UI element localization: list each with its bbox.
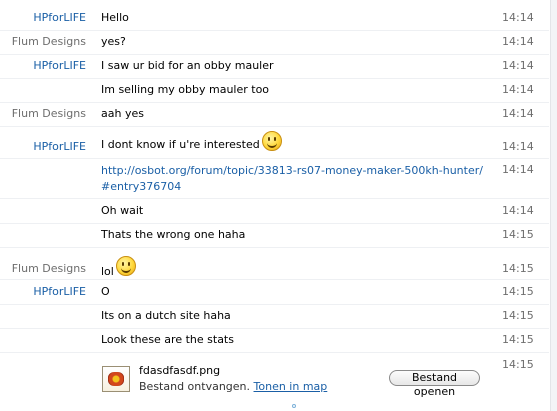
smile-emoticon-icon — [115, 256, 136, 276]
message-text: Thats the wrong one haha — [101, 228, 246, 241]
image-file-icon[interactable] — [102, 366, 130, 392]
message-time: 14:14 — [502, 59, 534, 72]
open-file-button[interactable]: Bestand openen — [389, 370, 480, 398]
message-link-wrapper: http://osbot.org/forum/topic/33813-rs07-… — [101, 163, 483, 195]
message-row: HPforLIFE I saw ur bid for an obby maule… — [0, 54, 549, 79]
message-text: O — [101, 285, 110, 298]
message-row: Its on a dutch site haha 14:15 — [0, 304, 549, 329]
message-time: 14:14 — [502, 83, 534, 96]
message-time: 14:15 — [502, 228, 534, 241]
sender-name[interactable]: HPforLIFE — [33, 59, 86, 72]
message-time: 14:14 — [502, 11, 534, 24]
message-text: I dont know if u're interested — [101, 131, 282, 155]
message-text: yes? — [101, 35, 126, 48]
chat-scrollbar[interactable] — [550, 0, 557, 411]
message-row: http://osbot.org/forum/topic/33813-rs07-… — [0, 158, 549, 199]
sender-name[interactable]: Flum Designs — [12, 262, 86, 275]
message-time: 14:14 — [502, 107, 534, 120]
message-text: Its on a dutch site haha — [101, 309, 231, 322]
message-text: lol — [101, 256, 136, 278]
message-time: 14:15 — [502, 262, 534, 275]
message-text: Hello — [101, 11, 129, 24]
message-time: 14:14 — [502, 204, 534, 217]
show-in-folder-link[interactable]: Tonen in map — [254, 380, 328, 393]
message-time: 14:14 — [502, 163, 534, 176]
sender-name[interactable]: Flum Designs — [12, 107, 86, 120]
chat-history: HPforLIFE Hello 14:14 Flum Designs yes? … — [0, 0, 549, 411]
message-row: Flum Designs lol 14:15 — [0, 248, 549, 280]
message-time: 14:15 — [502, 333, 534, 346]
sender-name[interactable]: Flum Designs — [12, 35, 86, 48]
file-transfer-time: 14:15 — [502, 358, 534, 371]
sender-name[interactable]: HPforLIFE — [33, 140, 86, 153]
message-row: HPforLIFE O 14:15 — [0, 280, 549, 305]
message-row: Look these are the stats 14:15 — [0, 328, 549, 353]
message-row: Oh wait 14:14 — [0, 199, 549, 224]
file-name[interactable]: fdasdfasdf.png — [139, 364, 220, 377]
message-time: 14:15 — [502, 285, 534, 298]
file-status-line: Bestand ontvangen. Tonen in map — [139, 380, 327, 393]
message-row: Flum Designs yes? 14:14 — [0, 30, 549, 55]
message-text: I saw ur bid for an obby mauler — [101, 59, 274, 72]
message-body: lol — [101, 265, 114, 278]
link-line-2[interactable]: #entry376704 — [101, 180, 181, 193]
smile-emoticon-icon — [261, 131, 282, 151]
message-text: Oh wait — [101, 204, 144, 217]
sender-name[interactable]: HPforLIFE — [33, 285, 86, 298]
sender-name[interactable]: HPforLIFE — [33, 11, 86, 24]
file-status: Bestand ontvangen. — [139, 380, 251, 393]
message-time: 14:14 — [502, 140, 534, 153]
message-time: 14:15 — [502, 309, 534, 322]
message-row: HPforLIFE Hello 14:14 — [0, 6, 549, 31]
message-time: 14:14 — [502, 35, 534, 48]
message-text: Look these are the stats — [101, 333, 234, 346]
typing-indicator-icon — [292, 404, 296, 408]
message-text: aah yes — [101, 107, 144, 120]
message-row: HPforLIFE I dont know if u're interested… — [0, 126, 549, 159]
message-body: I dont know if u're interested — [101, 138, 260, 151]
link-line-1[interactable]: http://osbot.org/forum/topic/33813-rs07-… — [101, 164, 483, 177]
message-row: Flum Designs aah yes 14:14 — [0, 102, 549, 127]
message-row: Im selling my obby mauler too 14:14 — [0, 78, 549, 103]
message-text: Im selling my obby mauler too — [101, 83, 270, 96]
message-row: Thats the wrong one haha 14:15 — [0, 223, 549, 248]
message-link[interactable]: http://osbot.org/forum/topic/33813-rs07-… — [101, 164, 483, 193]
